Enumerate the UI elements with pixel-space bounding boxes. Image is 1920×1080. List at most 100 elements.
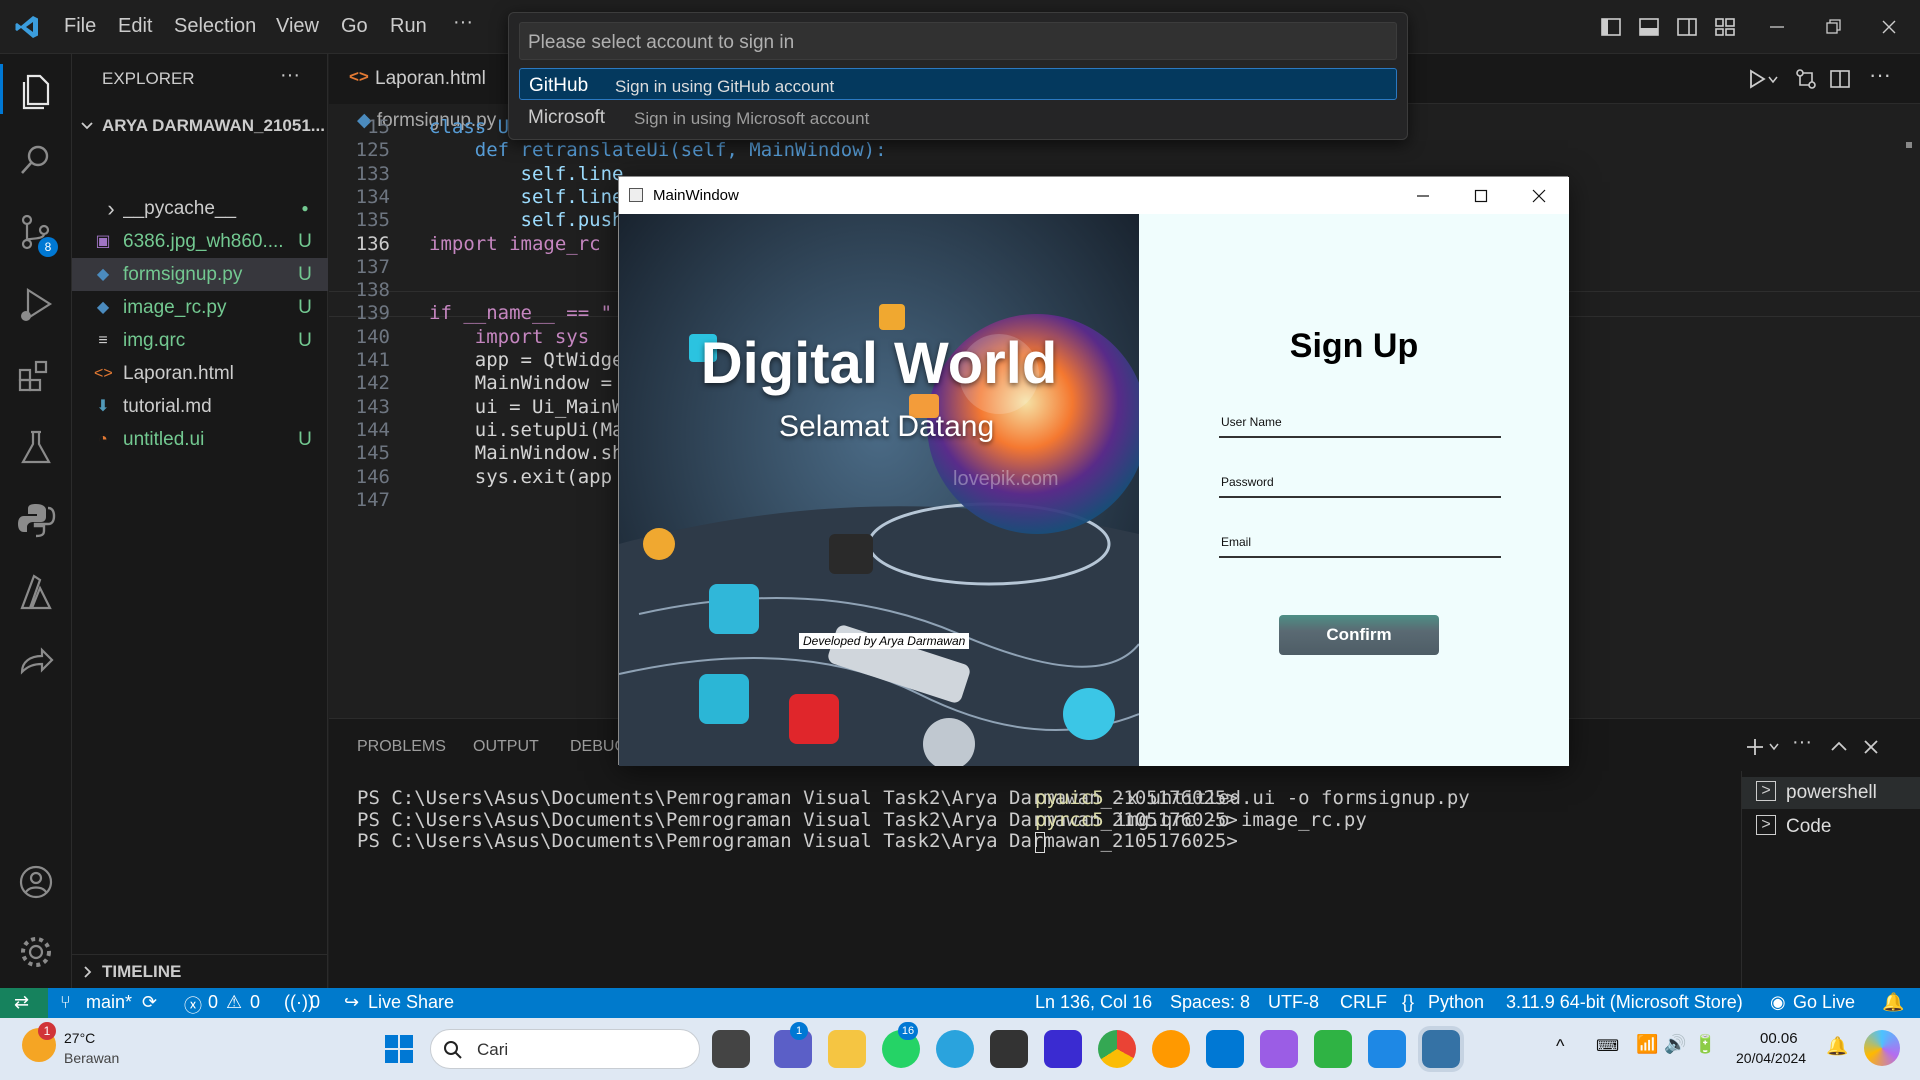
tree-item[interactable]: ◔ untitled.ui U: [72, 423, 328, 456]
code-line[interactable]: def retranslateUi(self, MainWindow):: [429, 139, 887, 161]
live-share-status[interactable]: Live Share: [368, 992, 454, 1013]
go-live[interactable]: Go Live: [1793, 992, 1855, 1013]
clock-date[interactable]: 20/04/2024: [1736, 1050, 1806, 1066]
terminal-dropdown-icon[interactable]: [1769, 743, 1779, 751]
toggle-secondary-sidebar-icon[interactable]: [1676, 16, 1698, 38]
editor-more-actions[interactable]: ···: [1869, 62, 1891, 88]
app-icon[interactable]: [1314, 1030, 1352, 1068]
terminal-item-powershell[interactable]: > powershell: [1742, 777, 1920, 809]
quick-pick-item-microsoft[interactable]: Microsoft Sign in using Microsoft accoun…: [519, 101, 1397, 133]
settings-gear-icon[interactable]: [14, 930, 58, 974]
code-line[interactable]: import image_rc: [429, 233, 601, 255]
indentation[interactable]: Spaces: 8: [1170, 992, 1250, 1013]
tree-item[interactable]: <> Laporan.html: [72, 357, 328, 390]
end-of-line[interactable]: CRLF: [1340, 992, 1387, 1013]
toggle-sidebar-icon[interactable]: [1600, 16, 1622, 38]
app-icon[interactable]: [1368, 1030, 1406, 1068]
explorer-more-button[interactable]: ···: [280, 64, 300, 87]
taskbar-search[interactable]: Cari: [430, 1029, 700, 1069]
run-dropdown-icon[interactable]: [1768, 76, 1778, 84]
live-share-icon[interactable]: [14, 642, 58, 686]
browser-icon[interactable]: [1152, 1030, 1190, 1068]
battery-icon[interactable]: 🔋: [1694, 1034, 1716, 1055]
tab-problems[interactable]: PROBLEMS: [357, 738, 446, 756]
wifi-icon[interactable]: 📶: [1636, 1034, 1658, 1055]
windows-start-icon[interactable]: [384, 1034, 414, 1064]
menu-run[interactable]: Run: [390, 15, 427, 38]
menu-file[interactable]: File: [64, 15, 96, 38]
tree-item[interactable]: ◆ image_rc.py U: [72, 291, 328, 324]
notification-bell-icon[interactable]: 🔔: [1826, 1036, 1848, 1057]
customize-layout-icon[interactable]: [1714, 16, 1736, 38]
language-mode[interactable]: Python: [1428, 992, 1484, 1013]
error-count[interactable]: 0: [208, 992, 218, 1013]
restore-icon[interactable]: [1824, 18, 1842, 36]
quick-pick-item-github[interactable]: GitHub Sign in using GitHub account: [519, 68, 1397, 100]
tree-item[interactable]: ⬇ tutorial.md: [72, 390, 328, 423]
sync-icon[interactable]: ⟳: [142, 992, 157, 1013]
task-view-icon[interactable]: [712, 1030, 750, 1068]
ports-count[interactable]: 0: [310, 992, 320, 1013]
menu-go[interactable]: Go: [341, 15, 368, 38]
new-terminal-icon[interactable]: [1745, 737, 1765, 757]
compare-changes-icon[interactable]: [1795, 68, 1817, 90]
toggle-panel-icon[interactable]: [1638, 16, 1660, 38]
show-hidden-icons[interactable]: ^: [1556, 1036, 1564, 1057]
username-input[interactable]: User Name: [1219, 408, 1501, 438]
maximize-panel-icon[interactable]: [1829, 737, 1849, 757]
cursor-position[interactable]: Ln 136, Col 16: [1035, 992, 1152, 1013]
run-debug-icon[interactable]: [14, 282, 58, 326]
file-explorer-icon[interactable]: [828, 1030, 866, 1068]
unity-icon[interactable]: [990, 1030, 1028, 1068]
code-line[interactable]: self.line: [429, 163, 624, 185]
python-interpreter[interactable]: 3.11.9 64-bit (Microsoft Store): [1506, 992, 1743, 1013]
panel-more-actions[interactable]: ···: [1792, 731, 1812, 754]
testing-icon[interactable]: [14, 426, 58, 470]
azure-icon[interactable]: [14, 570, 58, 614]
code-line[interactable]: ui = Ui_MainW: [429, 396, 624, 418]
tab-output[interactable]: OUTPUT: [473, 738, 539, 756]
search-icon[interactable]: [14, 138, 58, 182]
python-icon[interactable]: [14, 498, 58, 542]
maximize-icon[interactable]: [1473, 188, 1489, 204]
code-line[interactable]: ui.setupUi(Ma: [429, 419, 624, 441]
close-icon[interactable]: [1880, 18, 1898, 36]
terminal-item-code[interactable]: > Code: [1742, 811, 1920, 843]
tree-item[interactable]: ▣ 6386.jpg_wh860.... U: [72, 225, 328, 258]
code-line[interactable]: if __name__ == ": [429, 302, 612, 324]
warning-count[interactable]: 0: [250, 992, 260, 1013]
menu-edit[interactable]: Edit: [118, 15, 152, 38]
close-panel-icon[interactable]: [1861, 737, 1881, 757]
tree-item[interactable]: ≡ img.qrc U: [72, 324, 328, 357]
menu-view[interactable]: View: [276, 15, 319, 38]
run-file-icon[interactable]: [1746, 68, 1768, 90]
menu-selection[interactable]: Selection: [174, 15, 256, 38]
app-icon[interactable]: [1260, 1030, 1298, 1068]
chrome-icon[interactable]: [1098, 1030, 1136, 1068]
email-input[interactable]: Email: [1219, 528, 1501, 558]
telegram-icon[interactable]: [936, 1030, 974, 1068]
code-line[interactable]: self.line: [429, 186, 624, 208]
split-editor-icon[interactable]: [1829, 68, 1851, 90]
minimize-icon[interactable]: [1768, 18, 1786, 36]
branch-status[interactable]: main*: [86, 992, 132, 1013]
password-input[interactable]: Password: [1219, 468, 1501, 498]
code-line[interactable]: import sys: [429, 326, 589, 348]
quick-pick-input[interactable]: Please select account to sign in: [519, 22, 1397, 60]
code-line[interactable]: app = QtWidge: [429, 349, 624, 371]
python-taskbar-icon[interactable]: [1418, 1026, 1464, 1072]
explorer-icon[interactable]: [14, 68, 58, 112]
remote-indicator[interactable]: ⇄: [0, 988, 48, 1018]
keyboard-icon[interactable]: ⌨: [1596, 1036, 1619, 1056]
app-icon[interactable]: [1044, 1030, 1082, 1068]
confirm-button[interactable]: Confirm: [1279, 615, 1439, 655]
code-line[interactable]: self.push: [429, 209, 624, 231]
tree-item[interactable]: › __pycache__ ●: [72, 192, 328, 225]
code-line[interactable]: MainWindow.sh: [429, 442, 624, 464]
encoding[interactable]: UTF-8: [1268, 992, 1319, 1013]
notifications-bell-icon[interactable]: 🔔: [1882, 992, 1904, 1013]
minimize-icon[interactable]: [1415, 188, 1431, 204]
close-icon[interactable]: [1531, 188, 1547, 204]
clock-time[interactable]: 00.06: [1760, 1030, 1798, 1047]
vscode-taskbar-icon[interactable]: [1206, 1030, 1244, 1068]
